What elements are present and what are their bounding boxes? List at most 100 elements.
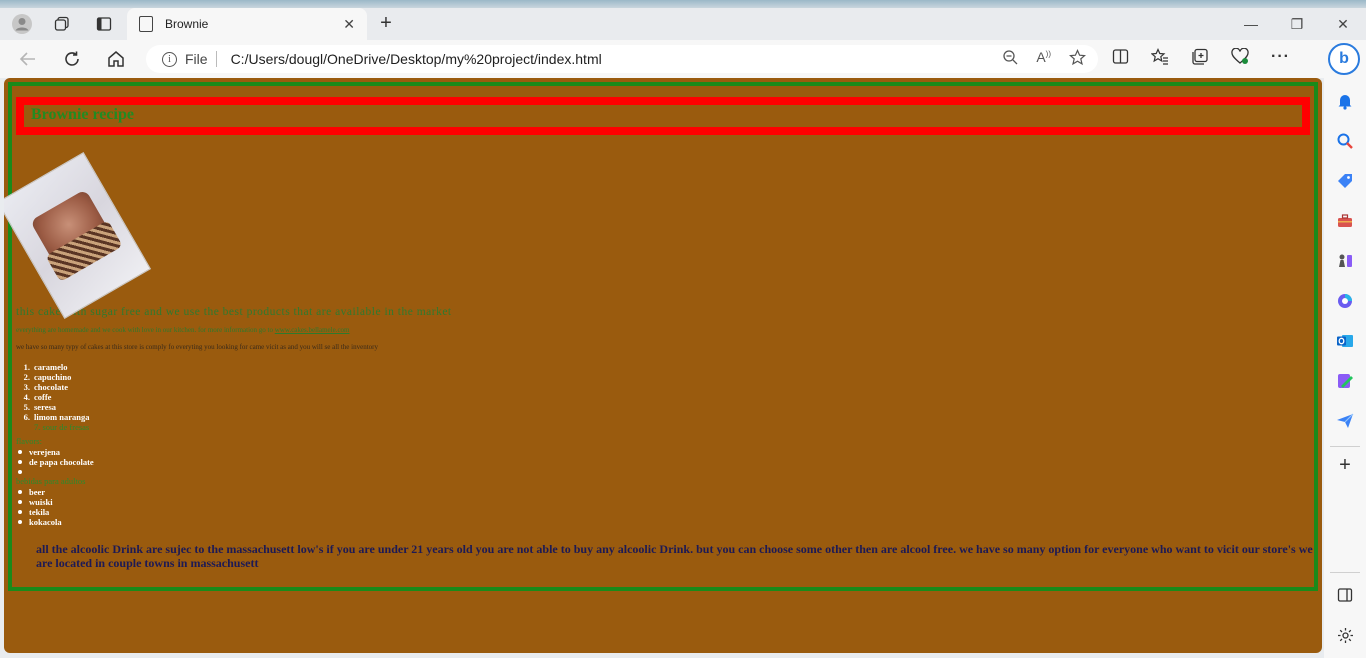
collections-icon[interactable] bbox=[1191, 48, 1209, 70]
address-separator bbox=[215, 51, 217, 67]
favorite-star-icon[interactable] bbox=[1068, 49, 1087, 70]
list-label: chocolate bbox=[34, 382, 68, 392]
search-icon[interactable] bbox=[1334, 130, 1356, 152]
page-favicon-icon bbox=[139, 16, 153, 32]
tab-bar: Brownie ✕ + — ❐ ✕ bbox=[0, 8, 1366, 40]
page-border-container: Brownie recipe this cake with sugar free… bbox=[8, 82, 1318, 591]
list-number: 6. bbox=[23, 412, 30, 422]
list-label: tekila bbox=[29, 507, 50, 517]
tools-briefcase-icon[interactable] bbox=[1334, 210, 1356, 232]
adult-drinks-list: beer wuiski tekila kokacola bbox=[16, 487, 62, 527]
list-label: seresa bbox=[34, 402, 57, 412]
sidebar-divider bbox=[1330, 446, 1360, 447]
home-button[interactable] bbox=[103, 47, 129, 71]
tab-close-icon[interactable]: ✕ bbox=[343, 16, 355, 33]
address-toolbar: i File C:/Users/dougl/OneDrive/Desktop/m… bbox=[0, 40, 1366, 78]
tab-actions-icon[interactable] bbox=[90, 12, 118, 36]
new-tab-button[interactable]: + bbox=[374, 12, 398, 36]
bullet bbox=[18, 500, 22, 504]
url-text[interactable]: C:/Users/dougl/OneDrive/Desktop/my%20pro… bbox=[231, 51, 602, 67]
add-sidebar-app-icon[interactable]: + bbox=[1334, 454, 1356, 476]
list-item: 4. coffe bbox=[16, 392, 90, 402]
games-icon[interactable] bbox=[1334, 250, 1356, 272]
info-icon[interactable]: i bbox=[162, 51, 177, 67]
alcohol-notice-text: all the alcoolic Drink are sujec to the … bbox=[36, 542, 1313, 570]
bing-copilot-icon[interactable]: b bbox=[1328, 43, 1360, 75]
page-title: Brownie recipe bbox=[31, 106, 134, 123]
list-item: 3. chocolate bbox=[16, 382, 90, 392]
flavors-ordered-list: 1. caramelo 2. capuchino 3. chocolate 4. cof… bbox=[16, 362, 90, 432]
workspaces-icon[interactable] bbox=[48, 12, 76, 36]
browser-essentials-icon[interactable] bbox=[1231, 47, 1249, 70]
list-label: de papa chocolate bbox=[29, 457, 94, 467]
bullet bbox=[18, 510, 22, 514]
minimize-button[interactable]: — bbox=[1228, 12, 1274, 36]
list-label: caramelo bbox=[34, 362, 68, 372]
header-inner: Brownie recipe bbox=[24, 105, 1302, 127]
edge-sidebar: + bbox=[1324, 78, 1366, 658]
list-item: 6. limom naranga bbox=[16, 412, 90, 422]
favorites-icon[interactable] bbox=[1150, 48, 1169, 70]
list-item: beer bbox=[16, 487, 62, 497]
small-info-body: everything are homemade and we cook with… bbox=[16, 326, 273, 334]
list-label: coffe bbox=[34, 392, 52, 402]
shopping-tag-icon[interactable] bbox=[1334, 170, 1356, 192]
split-screen-icon[interactable] bbox=[1112, 48, 1129, 70]
section-flavors-label: flavors: bbox=[16, 436, 42, 446]
hide-sidebar-icon[interactable] bbox=[1334, 584, 1356, 606]
inventory-text: we have so many typy of cakes at this st… bbox=[16, 343, 378, 351]
sidebar-divider-bottom bbox=[1330, 572, 1360, 573]
list-label: kokacola bbox=[29, 517, 62, 527]
microsoft365-icon[interactable] bbox=[1334, 290, 1356, 312]
list-item: 7. sour de fresas bbox=[16, 422, 90, 432]
list-item: kokacola bbox=[16, 517, 62, 527]
list-number: 2. bbox=[23, 372, 30, 382]
profile-icon[interactable] bbox=[8, 12, 36, 36]
window-close-button[interactable]: ✕ bbox=[1320, 12, 1366, 36]
list-number: 4. bbox=[23, 392, 30, 402]
page-viewport: Brownie recipe this cake with sugar free… bbox=[4, 78, 1322, 653]
list-item: de papa chocolate bbox=[16, 457, 94, 467]
tab-title: Brownie bbox=[165, 17, 209, 31]
list-item: tekila bbox=[16, 507, 62, 517]
cakes-link[interactable]: www.cakes.bellamele.com bbox=[275, 326, 350, 334]
more-options-icon[interactable]: ··· bbox=[1271, 48, 1290, 70]
list-item: 5. seresa bbox=[16, 402, 90, 412]
bullet bbox=[18, 460, 22, 464]
list-number: 3. bbox=[23, 382, 30, 392]
list-label: 7. sour de fresas bbox=[34, 422, 90, 432]
read-aloud-icon[interactable]: A)) bbox=[1036, 49, 1051, 70]
restore-button[interactable]: ❐ bbox=[1274, 12, 1320, 36]
header-banner: Brownie recipe bbox=[16, 97, 1310, 135]
notifications-bell-icon[interactable] bbox=[1334, 90, 1356, 112]
bullet bbox=[18, 490, 22, 494]
bullet bbox=[18, 520, 22, 524]
bullet bbox=[18, 470, 22, 474]
list-number: 1. bbox=[23, 362, 30, 372]
zoom-out-icon[interactable] bbox=[1002, 49, 1018, 70]
address-bar[interactable]: i File C:/Users/dougl/OneDrive/Desktop/m… bbox=[146, 45, 1098, 73]
small-info-text: everything are homemade and we cook with… bbox=[16, 326, 350, 334]
outlook-icon[interactable] bbox=[1334, 330, 1356, 352]
list-number: 5. bbox=[23, 402, 30, 412]
send-drop-icon[interactable] bbox=[1334, 410, 1356, 432]
list-label: capuchino bbox=[34, 372, 72, 382]
bullet bbox=[18, 450, 22, 454]
list-item: wuiski bbox=[16, 497, 62, 507]
list-label: verejena bbox=[29, 447, 60, 457]
list-item: 2. capuchino bbox=[16, 372, 90, 382]
flavors-unordered-list: verejena de papa chocolate bbox=[16, 447, 94, 477]
designer-icon[interactable] bbox=[1334, 370, 1356, 392]
section-adult-drinks-label: bebidas para adultos bbox=[16, 476, 86, 486]
refresh-button[interactable] bbox=[59, 47, 85, 71]
list-item: 1. caramelo bbox=[16, 362, 90, 372]
file-label: File bbox=[185, 51, 208, 67]
back-button[interactable] bbox=[15, 47, 41, 71]
list-label: limom naranga bbox=[34, 412, 90, 422]
tab-brownie[interactable]: Brownie ✕ bbox=[127, 8, 367, 40]
list-label: wuiski bbox=[29, 497, 53, 507]
window-top-strip bbox=[0, 0, 1366, 8]
settings-gear-icon[interactable] bbox=[1334, 624, 1356, 646]
list-item: verejena bbox=[16, 447, 94, 457]
list-label: beer bbox=[29, 487, 46, 497]
